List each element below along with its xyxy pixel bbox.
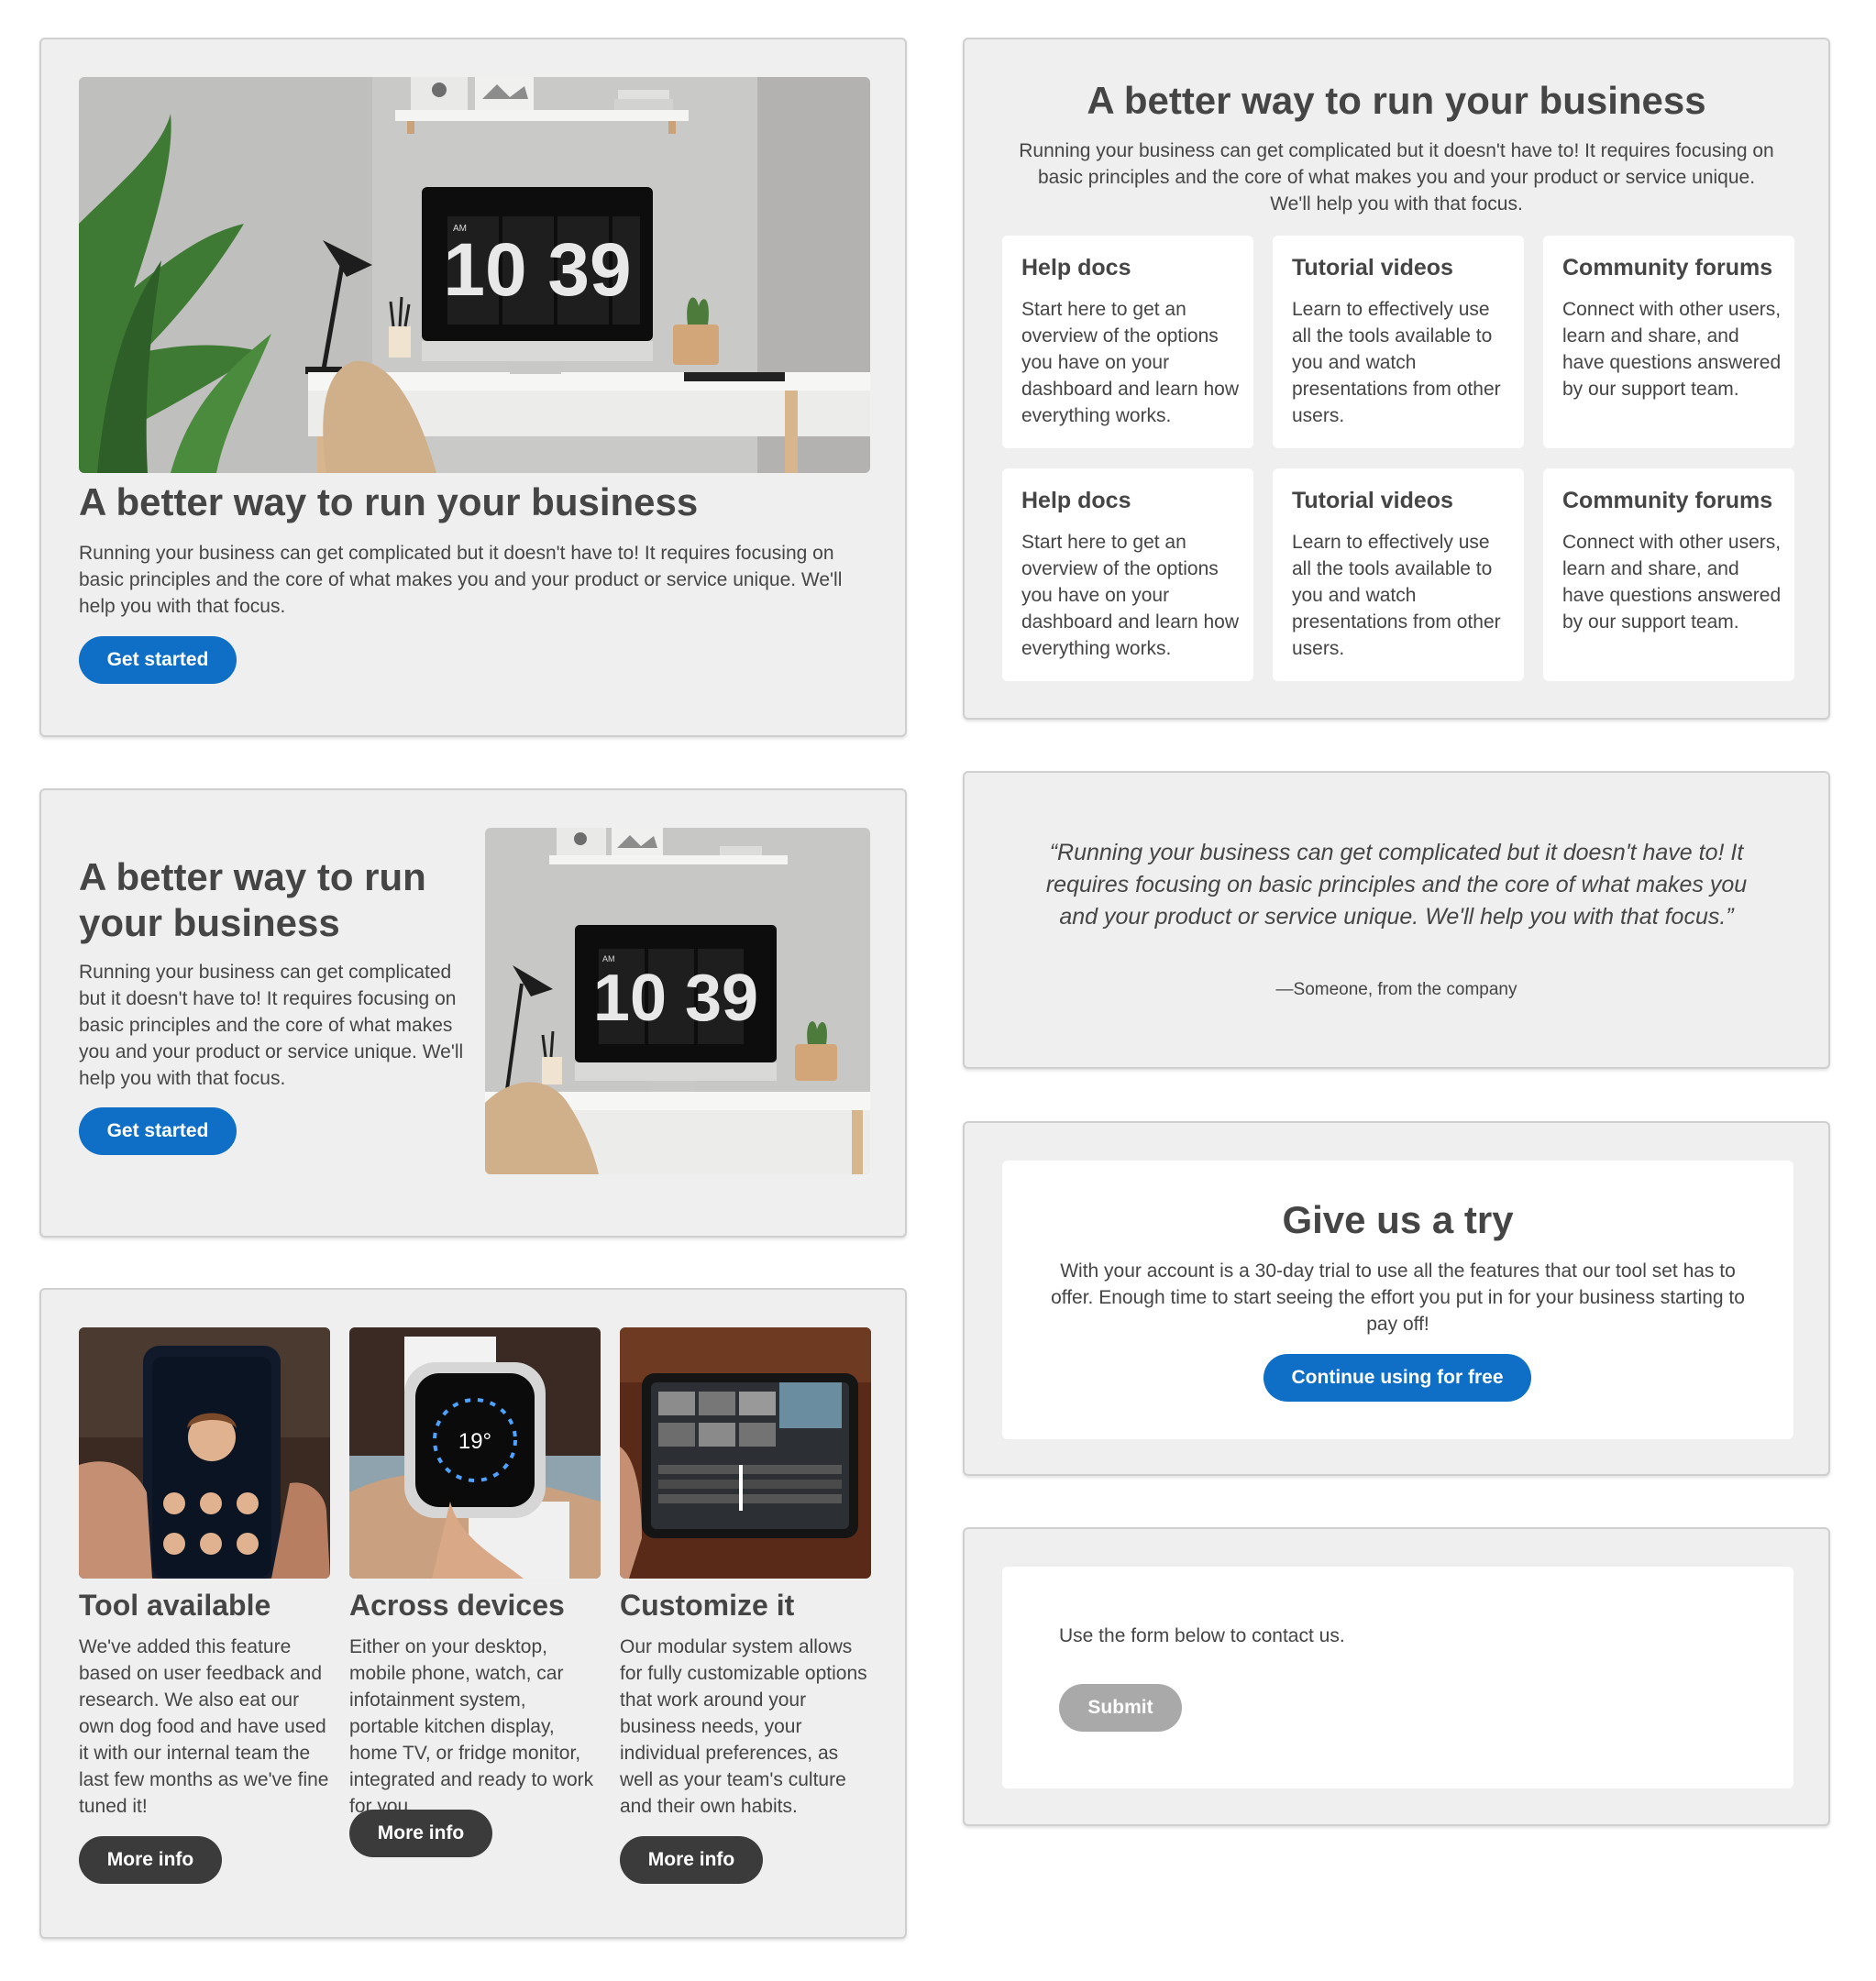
tablet-editing-image — [620, 1327, 871, 1579]
tile-text: Our modular system allows for fully cust… — [620, 1636, 867, 1817]
tile-title: Customize it — [620, 1589, 795, 1622]
tile-text: Either on your desktop, mobile phone, wa… — [349, 1636, 594, 1817]
feature-tile-title: Community forums — [1562, 255, 1773, 281]
feature-tile[interactable]: Tutorial videos Learn to effectively use… — [1273, 236, 1524, 448]
phone-memoji-image — [79, 1327, 330, 1579]
features-title: A better way to run your business — [1087, 79, 1706, 122]
trial-title: Give us a try — [1282, 1198, 1514, 1241]
quote-text: “Running your business can get complicat… — [1045, 840, 1748, 930]
hero-body: Running your business can get complicate… — [79, 543, 843, 617]
trial-card: Give us a try With your account is a 30-… — [963, 1121, 1830, 1476]
quote-card: “Running your business can get complicat… — [963, 771, 1830, 1069]
quote-author: —Someone, from the company — [1275, 980, 1517, 999]
hero-get-started-button[interactable]: Get started — [79, 636, 237, 684]
feature-tile-title: Community forums — [1562, 488, 1773, 513]
feature-tile-text: Connect with other users, learn and shar… — [1562, 532, 1782, 633]
smartwatch-image: 19° — [349, 1327, 601, 1579]
hero-clock-time: 10 39 — [443, 228, 631, 312]
split-card: A better way to run your business Runnin… — [39, 788, 907, 1238]
feature-tile-title: Tutorial videos — [1292, 488, 1453, 513]
submit-button[interactable]: Submit — [1059, 1684, 1182, 1732]
contact-panel: Use the form below to contact us. Submit — [1002, 1567, 1793, 1788]
tile-title: Tool available — [79, 1589, 271, 1622]
hero-card: AM 10 39 A better way to run your busine… — [39, 38, 907, 737]
split-body: Running your business can get complicate… — [79, 962, 464, 1089]
split-desk-image: AM 10 39 — [485, 828, 870, 1174]
split-clock-time: 10 39 — [593, 962, 758, 1035]
feature-tile-text: Start here to get an overview of the opt… — [1021, 299, 1240, 426]
more-info-button[interactable]: More info — [349, 1810, 492, 1857]
feature-tile-title: Help docs — [1021, 488, 1131, 513]
watch-temperature: 19° — [458, 1429, 491, 1454]
split-title: A better way to run your business — [79, 855, 426, 944]
feature-tile-title: Tutorial videos — [1292, 255, 1453, 281]
feature-tile[interactable]: Community forums Connect with other user… — [1543, 236, 1794, 448]
feature-tile[interactable]: Help docs Start here to get an overview … — [1002, 236, 1253, 448]
feature-tile-text: Start here to get an overview of the opt… — [1021, 532, 1240, 659]
tiles-card: Tool available We've added this feature … — [39, 1288, 907, 1939]
contact-card: Use the form below to contact us. Submit — [963, 1527, 1830, 1826]
split-get-started-button[interactable]: Get started — [79, 1107, 237, 1155]
features-body: Running your business can get complicate… — [1019, 140, 1774, 215]
feature-tile[interactable]: Tutorial videos Learn to effectively use… — [1273, 468, 1524, 681]
hero-title: A better way to run your business — [79, 480, 699, 523]
hero-desk-image: AM 10 39 — [79, 77, 870, 473]
feature-tile-text: Learn to effectively use all the tools a… — [1292, 532, 1501, 659]
more-info-button[interactable]: More info — [620, 1836, 763, 1884]
feature-tile[interactable]: Help docs Start here to get an overview … — [1002, 468, 1253, 681]
trial-panel: Give us a try With your account is a 30-… — [1002, 1161, 1793, 1439]
contact-label: Use the form below to contact us. — [1059, 1625, 1345, 1646]
feature-tile-title: Help docs — [1021, 255, 1131, 281]
feature-tile[interactable]: Community forums Connect with other user… — [1543, 468, 1794, 681]
tile-title: Across devices — [349, 1589, 565, 1622]
more-info-button[interactable]: More info — [79, 1836, 222, 1884]
feature-tile-text: Connect with other users, learn and shar… — [1562, 299, 1782, 400]
tile-text: We've added this feature based on user f… — [79, 1636, 329, 1817]
features-card: A better way to run your business Runnin… — [963, 38, 1830, 720]
feature-tile-text: Learn to effectively use all the tools a… — [1292, 299, 1501, 426]
continue-free-button[interactable]: Continue using for free — [1264, 1354, 1531, 1402]
trial-body: With your account is a 30-day trial to u… — [1051, 1260, 1745, 1335]
